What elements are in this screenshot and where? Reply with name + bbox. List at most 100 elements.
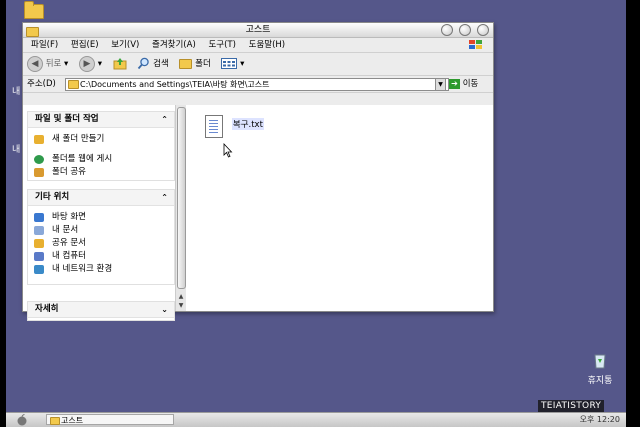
address-path: C:\Documents and Settings\TEIA\바탕 화면\고스트 [80,80,270,89]
menu-view[interactable]: 보기(V) [111,40,139,50]
menu-tools[interactable]: 도구(T) [208,40,235,50]
place-desktop[interactable]: 바탕 화면 [28,212,174,225]
back-label: 뒤로 [45,59,62,69]
globe-icon [34,155,44,164]
place-my-documents[interactable]: 내 문서 [28,225,174,238]
up-folder-icon [113,58,127,70]
start-button[interactable] [16,414,28,427]
task-label: 새 폴더 만들기 [52,134,105,144]
views-button[interactable]: ▾ [221,53,244,75]
file-folder-tasks-panel: 파일 및 폴더 작업 ⌃ 새 폴더 만들기 폴더를 웹에 게시 폴더 공유 [27,111,175,181]
place-label: 내 네트워크 환경 [52,264,113,274]
network-icon [34,265,44,274]
collapse-chevron-icon[interactable]: ⌃ [161,190,168,205]
recycle-bin[interactable]: 휴지통 [584,350,616,386]
task-new-folder[interactable]: 새 폴더 만들기 [28,134,174,154]
place-my-computer[interactable]: 내 컴퓨터 [28,251,174,264]
task-pane: 파일 및 폴더 작업 ⌃ 새 폴더 만들기 폴더를 웹에 게시 폴더 공유 기타… [23,105,186,321]
place-my-network[interactable]: 내 네트워크 환경 [28,264,174,277]
forward-arrow-icon: ▶ [79,55,96,72]
window-folder-icon [26,25,39,39]
place-label: 내 컴퓨터 [52,251,86,261]
panel-header[interactable]: 파일 및 폴더 작업 ⌃ [28,112,174,128]
recycle-bin-icon [594,354,606,369]
panel-title: 기타 위치 [35,192,70,202]
windows-logo-icon [469,40,483,50]
folder-icon [24,1,44,19]
folders-label: 폴더 [195,59,211,69]
share-folder-icon [34,168,44,177]
taskbar-folder-icon [50,417,60,425]
collapse-chevron-icon[interactable]: ⌃ [161,112,168,127]
back-arrow-icon: ◀ [27,55,43,72]
window-title: 고스트 [245,25,271,35]
go-label: 이동 [462,79,479,89]
up-folder-button[interactable] [113,53,127,75]
toolbar: ◀ 뒤로 ▾ ▶ ▾ 검색 폴더 ▾ [23,53,493,76]
search-icon [138,57,150,70]
desktop-edge-label: 내 [12,87,21,97]
task-share-folder[interactable]: 폴더 공유 [28,167,174,180]
explorer-window: 고스트 파일(F) 편집(E) 보기(V) 즐겨찾기(A) 도구(T) 도움말(… [22,22,494,321]
scrollbar-thumb[interactable] [177,107,186,289]
folders-icon [179,58,193,69]
panel-header[interactable]: 기타 위치 ⌃ [28,190,174,206]
views-icon [221,58,238,69]
close-button[interactable] [477,24,489,36]
computer-icon [34,252,44,261]
address-input[interactable]: C:\Documents and Settings\TEIA\바탕 화면\고스트 [65,78,449,91]
address-label: 주소(D) [27,79,56,89]
menu-favorites[interactable]: 즐겨찾기(A) [152,40,196,50]
taskbar-window-button[interactable]: 고스트 [46,414,174,425]
details-panel: 자세히 ⌄ [27,301,175,321]
folders-button[interactable]: 폴더 [179,53,211,75]
taskbar-window-label: 고스트 [61,416,84,425]
task-pane-scrollbar[interactable]: ▲ ▼ [175,105,186,311]
new-folder-icon [34,135,44,144]
address-folder-icon [68,80,79,89]
place-shared-documents[interactable]: 공유 문서 [28,238,174,251]
forward-button[interactable]: ▶ ▾ [79,53,102,75]
search-label: 검색 [153,59,169,69]
system-clock: 오후 12:20 [579,415,620,424]
maximize-button[interactable] [459,24,472,36]
place-label: 내 문서 [52,225,79,235]
desktop-icon [34,213,44,222]
documents-icon [34,226,44,235]
desktop-edge-label: 내 [12,145,21,155]
scroll-up-arrow-icon[interactable]: ▲ [176,292,186,301]
taskbar: 고스트 오후 12:20 [6,412,626,427]
panel-header[interactable]: 자세히 ⌄ [28,302,174,318]
other-places-panel: 기타 위치 ⌃ 바탕 화면 내 문서 공유 문서 내 컴퓨터 내 네트워크 환경 [27,189,175,285]
watermark: TEIATISTORY [538,400,605,412]
place-label: 공유 문서 [52,238,86,248]
apple-logo-icon [17,414,27,426]
menu-edit[interactable]: 편집(E) [71,40,99,50]
search-button[interactable]: 검색 [137,53,169,75]
scroll-down-arrow-icon[interactable]: ▼ [176,301,186,310]
minimize-button[interactable] [441,24,454,36]
desktop: 내 내 휴지통 고스트 파일(F) 편집(E) 보기(V) 즐겨찾기(A) 도구… [6,0,626,427]
panel-title: 파일 및 폴더 작업 [35,114,99,124]
menu-help[interactable]: 도움말(H) [249,40,285,50]
go-button[interactable]: ➔ 이동 [449,76,478,92]
address-dropdown-button[interactable]: ▼ [435,78,446,91]
text-file-icon [205,115,223,138]
menu-file[interactable]: 파일(F) [31,40,58,50]
recycle-bin-label: 휴지통 [587,376,613,386]
mouse-cursor-icon [223,143,233,158]
back-button[interactable]: ◀ 뒤로 ▾ [27,53,68,75]
place-label: 바탕 화면 [52,212,86,222]
menu-bar: 파일(F) 편집(E) 보기(V) 즐겨찾기(A) 도구(T) 도움말(H) [23,38,493,53]
desktop-folder-icon[interactable] [24,1,44,22]
file-name: 복구.txt [231,118,264,130]
go-arrow-icon: ➔ [449,78,460,89]
panel-title: 자세히 [35,304,59,314]
file-item[interactable]: 복구.txt [205,115,264,138]
address-bar: 주소(D) C:\Documents and Settings\TEIA\바탕 … [23,76,493,93]
shared-documents-icon [34,239,44,248]
title-bar[interactable]: 고스트 [23,23,493,38]
task-label: 폴더를 웹에 게시 [52,154,113,164]
task-publish-folder[interactable]: 폴더를 웹에 게시 [28,154,174,167]
expand-chevron-icon[interactable]: ⌄ [161,302,168,317]
